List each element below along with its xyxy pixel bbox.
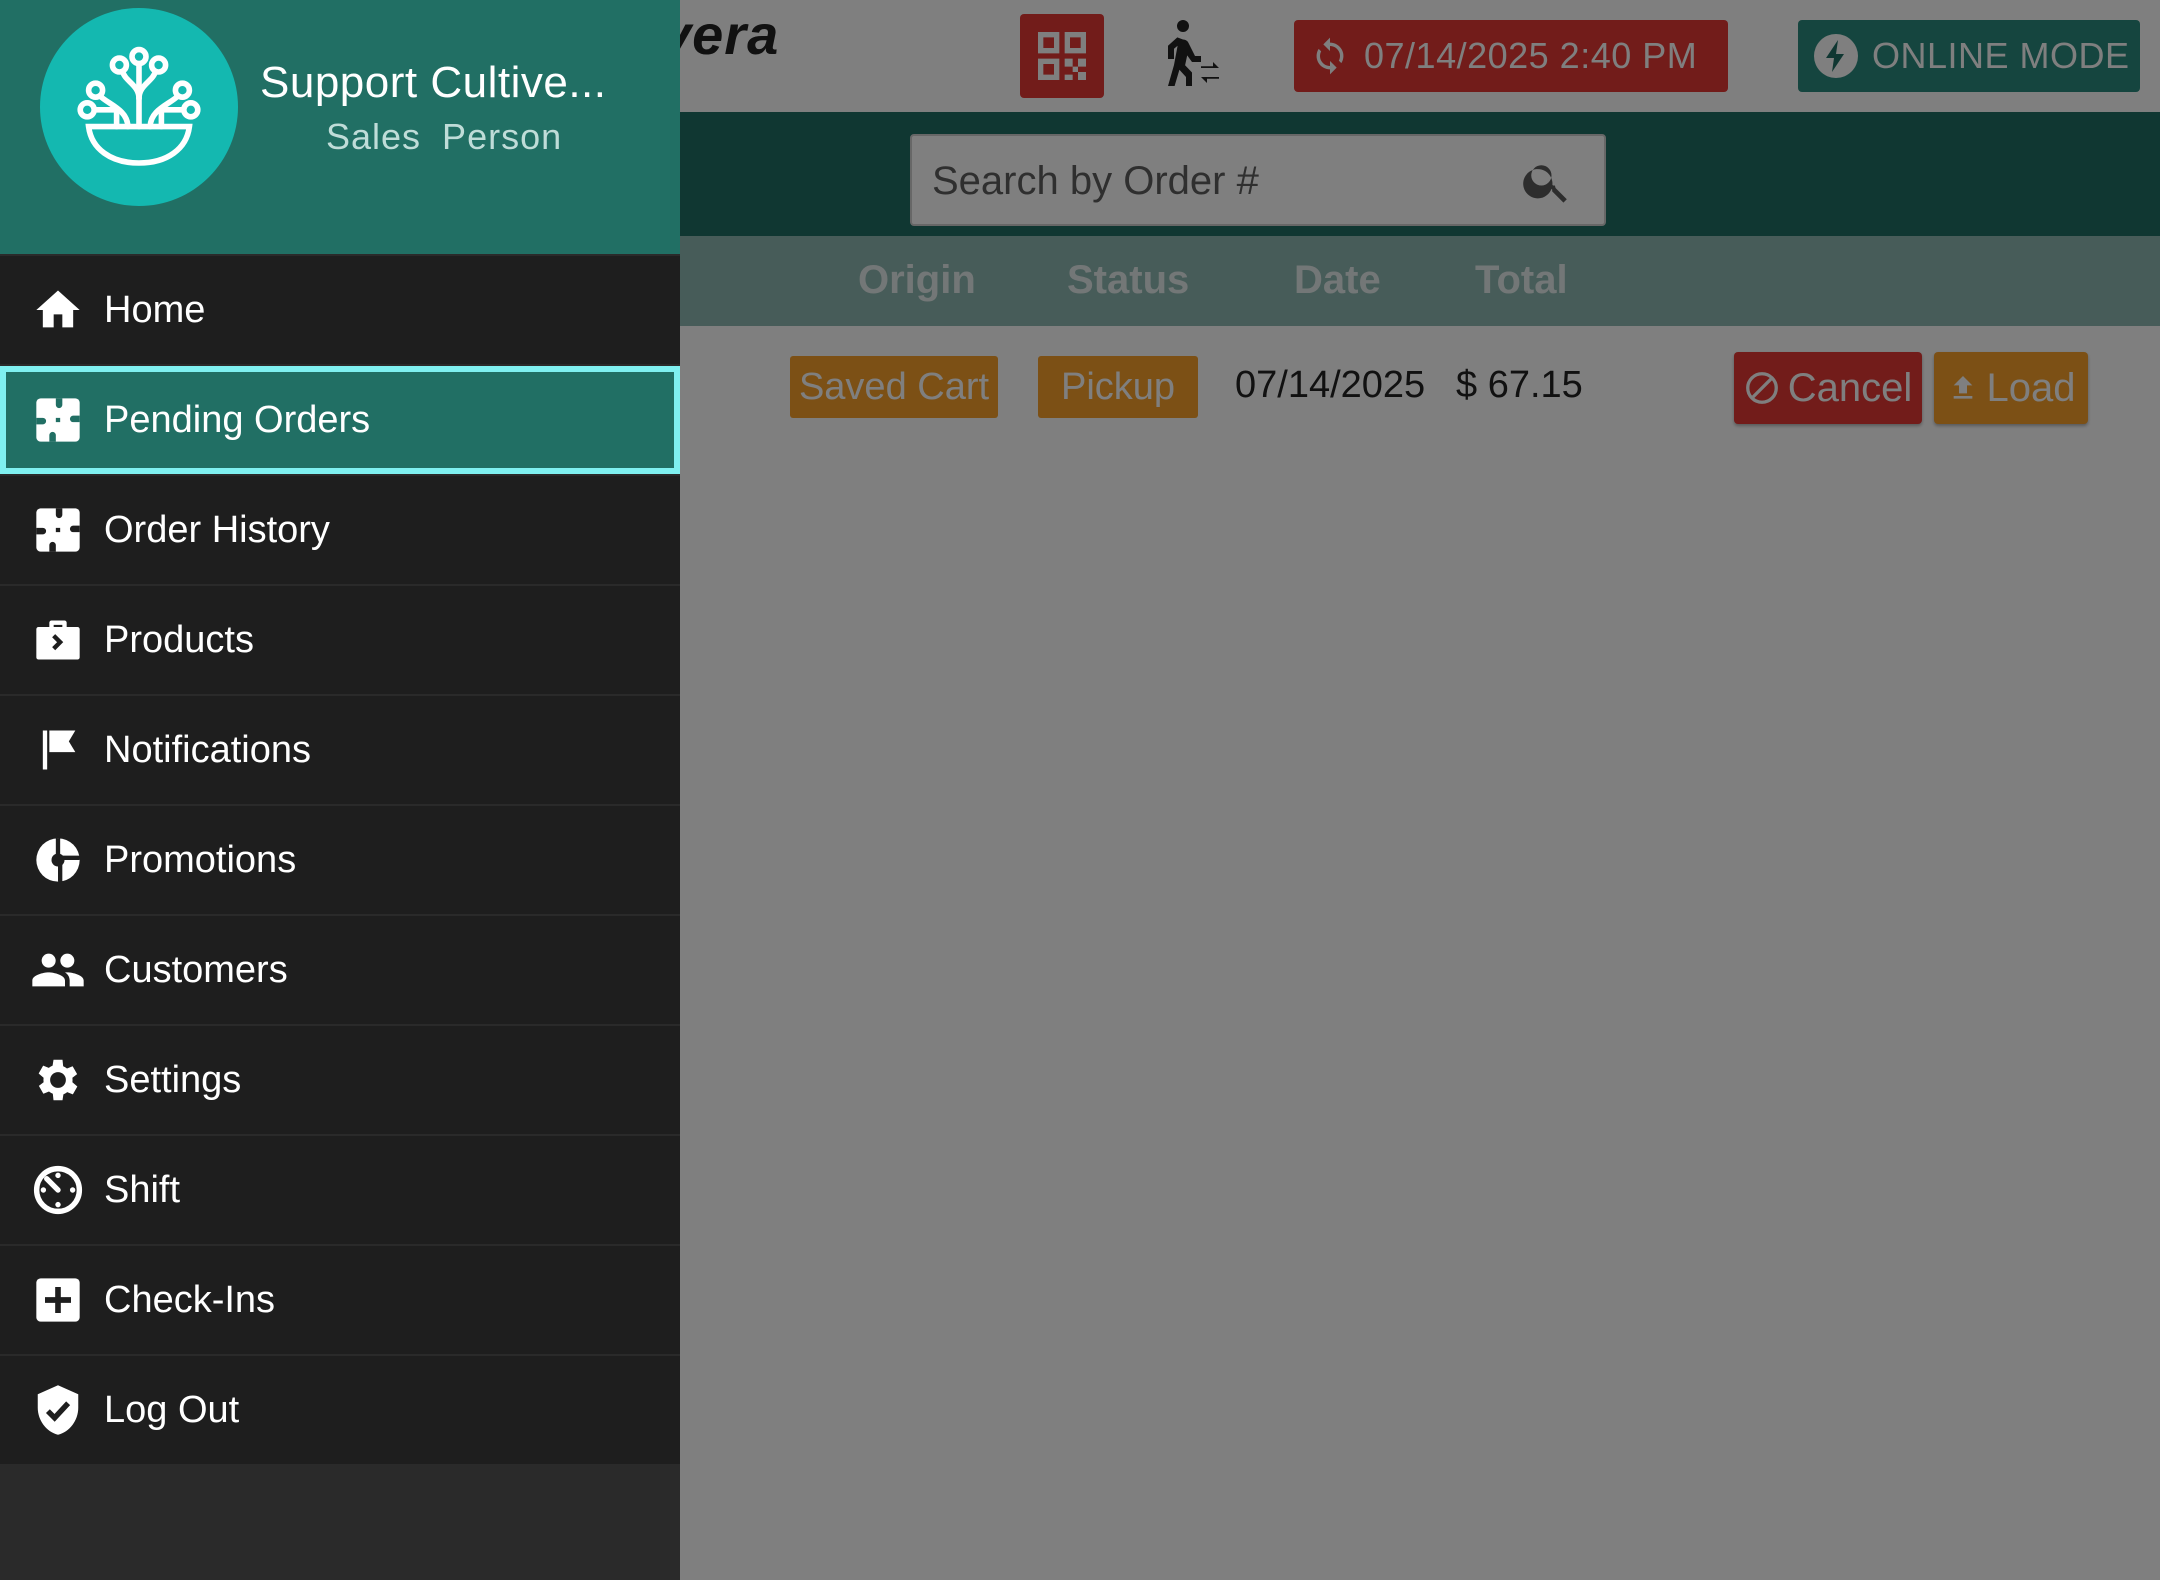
puzzle-icon (30, 502, 86, 558)
menu-label-products: Products (104, 618, 254, 661)
menu-label-check-ins: Check-Ins (104, 1278, 276, 1321)
menu-label-settings: Settings (104, 1058, 242, 1101)
menu-label-promotions: Promotions (104, 838, 297, 881)
menu-item-pending-orders[interactable]: Pending Orders (0, 366, 680, 474)
store-avatar (40, 8, 238, 206)
menu-item-promotions[interactable]: Promotions (0, 806, 680, 914)
home-icon (30, 282, 86, 338)
menu-item-products[interactable]: Products (0, 586, 680, 694)
briefcase-icon (30, 612, 86, 668)
shield-check-icon (30, 1382, 86, 1438)
menu-item-home[interactable]: Home (0, 256, 680, 364)
menu-label-order-history: Order History (104, 508, 330, 551)
flag-icon (30, 722, 86, 778)
puzzle-icon (30, 392, 86, 448)
plus-box-icon (30, 1272, 86, 1328)
menu-item-notifications[interactable]: Notifications (0, 696, 680, 804)
timer-icon (30, 1162, 86, 1218)
navigation-drawer: Support Cultive... Sales Person Home Pen… (0, 0, 680, 1580)
store-name: Support Cultive... (260, 58, 607, 107)
people-icon (30, 942, 86, 998)
menu-item-check-ins[interactable]: Check-Ins (0, 1246, 680, 1354)
menu-label-notifications: Notifications (104, 728, 311, 771)
menu-label-shift: Shift (104, 1168, 181, 1211)
menu-item-log-out[interactable]: Log Out (0, 1356, 680, 1464)
menu-item-customers[interactable]: Customers (0, 916, 680, 1024)
drawer-menu: Home Pending Orders Order History Produc… (0, 256, 680, 1466)
menu-item-settings[interactable]: Settings (0, 1026, 680, 1134)
user-role: Sales Person (326, 116, 563, 157)
menu-label-home: Home (104, 288, 206, 331)
gear-icon (30, 1052, 86, 1108)
menu-item-shift[interactable]: Shift (0, 1136, 680, 1244)
plant-logo-icon (77, 46, 201, 166)
menu-item-order-history[interactable]: Order History (0, 476, 680, 584)
menu-label-pending-orders: Pending Orders (104, 398, 371, 441)
menu-label-log-out: Log Out (104, 1388, 240, 1431)
drawer-header: Support Cultive... Sales Person (0, 0, 680, 254)
menu-label-customers: Customers (104, 948, 288, 991)
pie-chart-icon (30, 832, 86, 888)
